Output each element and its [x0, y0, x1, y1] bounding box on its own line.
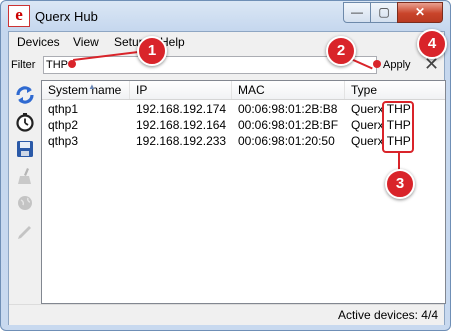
cell-mac: 00:06:98:01:2B:BF	[238, 118, 339, 132]
side-toolbar	[9, 80, 39, 324]
active-devices-status: Active devices: 4/4	[337, 308, 438, 322]
column-header-type[interactable]: Type	[345, 81, 445, 99]
status-bar: Active devices: 4/4	[9, 304, 444, 325]
edit-icon	[14, 219, 36, 241]
callout-1-anchor	[68, 60, 76, 68]
minimize-button[interactable]: —	[343, 2, 371, 23]
apply-button[interactable]: Apply	[383, 59, 411, 71]
column-header-ip[interactable]: IP	[130, 81, 232, 99]
table-header: ▲ System name IP MAC Type	[42, 81, 445, 100]
cell-ip: 192.168.192.164	[136, 118, 227, 132]
callout-4-badge: 4	[417, 29, 447, 59]
maximize-button[interactable]: ▢	[370, 2, 398, 23]
globe-icon	[14, 192, 36, 214]
menu-bar: Devices View Setup Help	[9, 32, 444, 52]
timer-icon[interactable]	[14, 111, 36, 133]
menu-devices[interactable]: Devices	[17, 35, 60, 49]
save-icon[interactable]	[14, 138, 36, 160]
cell-system-name: qthp2	[48, 118, 79, 132]
menu-view[interactable]: View	[73, 35, 99, 49]
cell-ip: 192.168.192.174	[136, 102, 227, 116]
clean-icon	[14, 165, 36, 187]
refresh-icon[interactable]	[14, 84, 36, 106]
sort-ascending-icon: ▲	[88, 82, 96, 91]
filter-label: Filter	[11, 59, 36, 71]
column-header-mac[interactable]: MAC	[232, 81, 345, 99]
callout-1-badge: 1	[137, 36, 167, 66]
title-bar[interactable]: e Querx Hub — ▢ ✕	[1, 1, 450, 31]
column-header-system-name[interactable]: ▲ System name	[42, 81, 130, 99]
window-title: Querx Hub	[35, 9, 98, 24]
callout-3-badge: 3	[385, 169, 415, 199]
cell-ip: 192.168.192.233	[136, 134, 227, 148]
cell-mac: 00:06:98:01:2B:B8	[238, 102, 338, 116]
app-logo: e	[8, 5, 30, 27]
filter-input[interactable]	[43, 56, 377, 74]
cell-system-name: qthp1	[48, 102, 79, 116]
callout-2-anchor	[373, 60, 381, 68]
type-highlight-box	[382, 101, 414, 153]
cell-system-name: qthp3	[48, 134, 79, 148]
close-button[interactable]: ✕	[397, 2, 443, 23]
client-area: Devices View Setup Help Filter Apply ✕	[8, 31, 446, 325]
app-window: e Querx Hub — ▢ ✕ Devices View Setup Hel…	[0, 0, 451, 331]
callout-2-badge: 2	[326, 36, 356, 66]
cell-mac: 00:06:98:01:20:50	[238, 134, 335, 148]
